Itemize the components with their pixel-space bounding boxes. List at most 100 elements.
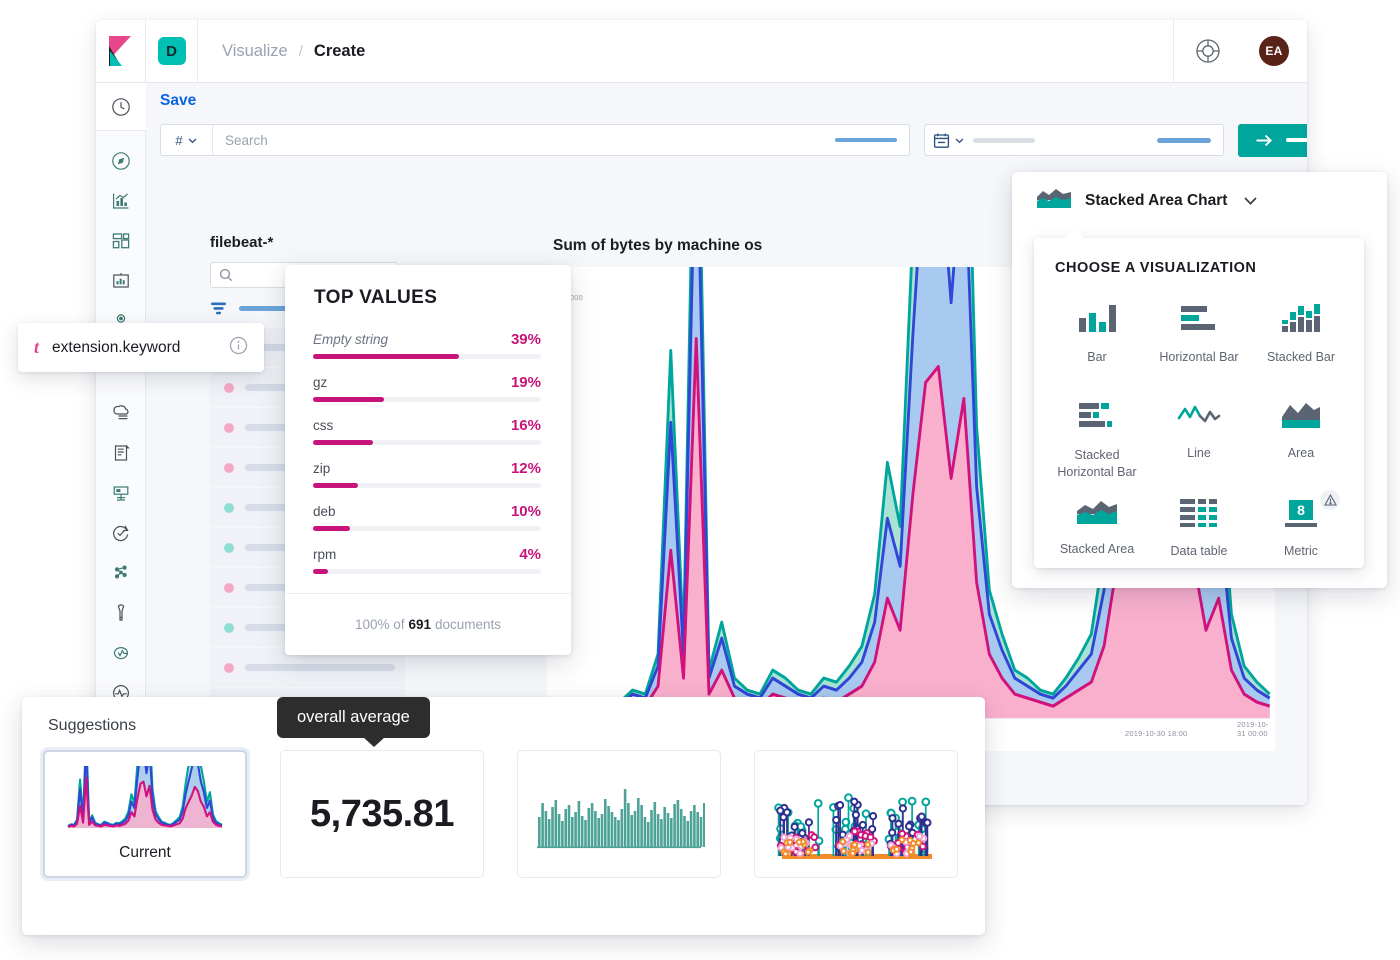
sidebar-item-dashboard[interactable] — [96, 221, 146, 261]
metric-icon: 8 — [1283, 498, 1319, 533]
suggestion-current[interactable]: Current — [43, 750, 247, 878]
viz-option-stacked-bar[interactable]: Stacked Bar — [1250, 290, 1352, 386]
suggestion-thumbnail-area-chart — [64, 766, 226, 842]
top-value-item[interactable]: zip 12% — [313, 460, 541, 488]
top-value-track — [313, 526, 541, 531]
viz-option-metric[interactable]: 8Metric — [1250, 486, 1352, 582]
viz-type-selector[interactable]: Stacked Area Chart — [1012, 172, 1387, 214]
breadcrumb-create[interactable]: Create — [314, 42, 365, 61]
sidebar-item-uptime[interactable] — [96, 553, 146, 593]
avatar-initials: EA — [1259, 36, 1289, 66]
field-type-dot-icon — [224, 623, 234, 633]
top-value-item[interactable]: gz19% — [313, 374, 541, 402]
field-type-dot-icon — [224, 383, 234, 393]
breadcrumb-visualize[interactable]: Visualize — [222, 42, 288, 61]
viz-option-stacked-horizontal-bar[interactable]: Stacked Horizontal Bar — [1046, 388, 1148, 484]
warning-triangle-icon[interactable] — [1320, 490, 1340, 510]
sidebar-item-apm[interactable] — [96, 513, 146, 553]
sidebar-item-canvas[interactable] — [96, 261, 146, 301]
viz-option-area[interactable]: Area — [1250, 388, 1352, 484]
viz-option-label: Stacked Area — [1060, 541, 1134, 558]
top-value-item[interactable]: css 16% — [313, 417, 541, 445]
top-value-track — [313, 569, 541, 574]
space-initial: D — [158, 37, 186, 65]
svg-text:8: 8 — [1297, 502, 1305, 518]
viz-card-title: CHOOSE A VISUALIZATION — [1034, 238, 1364, 276]
top-value-item[interactable]: rpm4% — [313, 546, 541, 574]
suggestion-metric[interactable]: 5,735.81 — [280, 750, 484, 878]
save-button[interactable]: Save — [160, 92, 196, 110]
top-value-label: deb — [313, 504, 336, 519]
sidebar-item-machine-learning[interactable] — [96, 393, 146, 433]
help-circle-icon[interactable] — [1173, 20, 1241, 83]
horizontal-bar-icon — [1179, 302, 1219, 339]
field-type-dot-icon — [224, 423, 234, 433]
field-type-dot-icon — [224, 663, 234, 673]
top-value-percent: 12% — [511, 460, 541, 477]
viz-option-label: Data table — [1171, 543, 1228, 560]
kibana-logo-icon[interactable] — [96, 20, 146, 83]
suggestions-row: Current 5,735.81 overall average — [22, 735, 985, 878]
viz-options-card: CHOOSE A VISUALIZATION BarHorizontal Bar… — [1034, 238, 1364, 568]
top-value-item[interactable]: Empty string39% — [313, 331, 541, 359]
avatar[interactable]: EA — [1241, 20, 1307, 83]
suggestion-current-label: Current — [119, 844, 171, 862]
time-range-placeholder — [973, 138, 1035, 143]
top-value-label: css — [313, 418, 333, 433]
space-switcher[interactable]: D — [146, 20, 198, 83]
top-value-track — [313, 440, 541, 445]
popover-arrow — [285, 338, 286, 360]
footer-prefix: 100% of — [355, 617, 405, 632]
sidebar-item-recently-viewed[interactable] — [96, 83, 146, 131]
viz-option-bar[interactable]: Bar — [1046, 290, 1148, 386]
viz-option-label: Stacked Bar — [1267, 349, 1335, 366]
top-value-fill — [313, 354, 459, 359]
viz-option-horizontal-bar[interactable]: Horizontal Bar — [1148, 290, 1250, 386]
viz-options-grid: BarHorizontal Bar Stacked Bar Stacked Hori… — [1034, 276, 1364, 582]
suggestions-panel: Suggestions Current 5,735.81 overall ave… — [22, 697, 985, 935]
viz-option-line[interactable]: Line — [1148, 388, 1250, 484]
line-chart-icon — [1177, 400, 1221, 435]
search-accent-bar — [835, 138, 897, 142]
field-name-placeholder — [245, 664, 395, 671]
viz-option-stacked-area[interactable]: Stacked Area — [1046, 486, 1148, 582]
top-value-fill — [313, 483, 358, 488]
sidebar-item-infrastructure[interactable] — [96, 473, 146, 513]
suggestion-bar[interactable] — [517, 750, 721, 878]
viz-option-data-table[interactable]: Data table — [1148, 486, 1250, 582]
metric-value: 5,735.81 — [310, 793, 454, 836]
top-values-list: Empty string39% gz19% css 16% zip 12% deb10% rp… — [285, 309, 571, 574]
area-chart-icon — [1281, 400, 1321, 435]
search-icon — [219, 268, 233, 282]
top-value-label: zip — [313, 461, 330, 476]
top-value-item[interactable]: deb10% — [313, 503, 541, 531]
sidebar-item-discover[interactable] — [96, 141, 146, 181]
chevron-down-icon[interactable] — [1241, 191, 1260, 210]
app-header: D Visualize / Create EA — [96, 20, 1307, 83]
top-values-popover: TOP VALUES Empty string39%gz19%css16%zip… — [285, 265, 571, 655]
chevron-down-icon — [187, 135, 198, 146]
x-axis-tick-0: 2019-10-30 18:00 — [1125, 729, 1187, 738]
top-value-percent: 16% — [511, 417, 541, 434]
footer-count: 691 — [408, 617, 431, 632]
top-value-percent: 39% — [511, 331, 541, 348]
info-circle-icon[interactable] — [229, 336, 248, 360]
update-label-bar — [1286, 138, 1307, 142]
viz-type-label: Stacked Area Chart — [1085, 192, 1227, 210]
index-pattern-title: filebeat-* — [210, 234, 441, 251]
sidebar-item-logs[interactable] — [96, 433, 146, 473]
query-language-label: # — [175, 133, 182, 148]
bar-chart-icon — [1077, 302, 1117, 339]
field-name-chip[interactable]: t extension.keyword — [18, 323, 264, 372]
sidebar-item-graph[interactable] — [96, 593, 146, 633]
field-type-dot-icon — [224, 583, 234, 593]
top-value-track — [313, 354, 541, 359]
top-value-track — [313, 483, 541, 488]
stacked-horizontal-bar-icon — [1077, 400, 1117, 437]
suggestion-scatter[interactable] — [754, 750, 958, 878]
footer-suffix: documents — [435, 617, 501, 632]
sidebar-item-visualize[interactable] — [96, 181, 146, 221]
suggestion-thumbnail-bar-chart — [533, 769, 705, 859]
sidebar-item-dev-tools[interactable] — [96, 633, 146, 673]
top-values-footer: 100% of 691 documents — [285, 593, 571, 655]
